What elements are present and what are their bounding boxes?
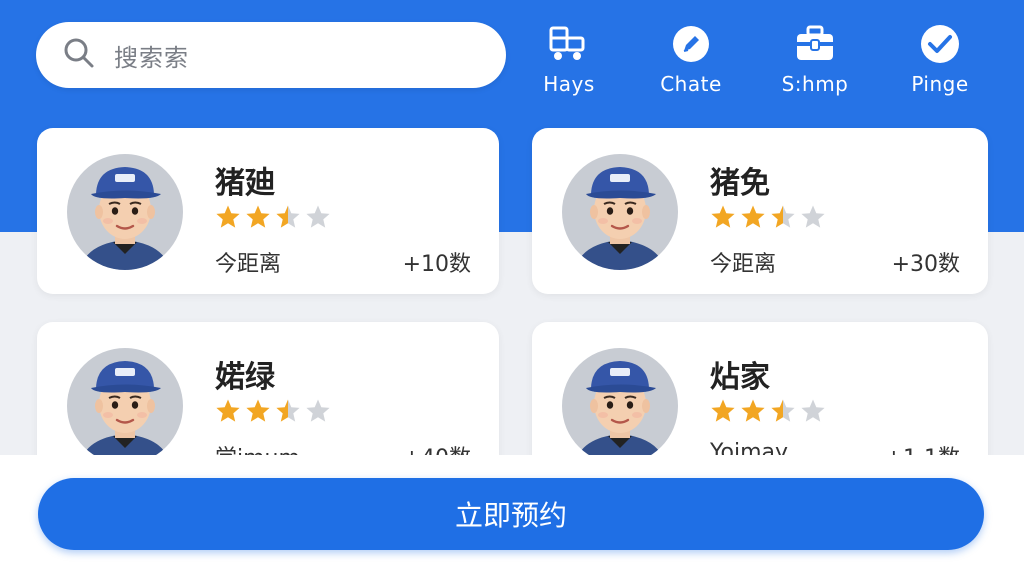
book-now-button[interactable]: 立即预约: [38, 478, 984, 550]
star-half-icon: [771, 205, 795, 228]
avatar: [65, 348, 185, 464]
avatar: [560, 154, 680, 270]
star-icon: [741, 205, 765, 228]
worker-card[interactable]: 猪免 今距离 +30数: [532, 128, 988, 294]
star-icon: [246, 205, 270, 228]
worker-name: 炶家: [710, 360, 770, 395]
quick-action-label: Pinge: [911, 72, 969, 96]
worker-name: 婼绿: [215, 360, 275, 395]
quick-action-pinge[interactable]: Pinge: [885, 22, 995, 102]
star-icon: [246, 399, 270, 422]
star-icon: [216, 205, 240, 228]
star-rating: [710, 204, 826, 230]
star-empty-icon: [801, 399, 825, 422]
avatar: [560, 348, 680, 464]
star-rating: [215, 204, 331, 230]
worker-name: 猪廸: [215, 166, 275, 201]
star-half-icon: [276, 205, 300, 228]
star-icon: [711, 205, 735, 228]
search-bar[interactable]: 搜索索: [36, 22, 506, 88]
star-rating: [215, 398, 331, 424]
star-empty-icon: [801, 205, 825, 228]
quick-action-chate[interactable]: Chate: [636, 22, 746, 102]
star-empty-icon: [306, 205, 330, 228]
star-half-icon: [771, 399, 795, 422]
avatar: [65, 154, 185, 270]
quick-action-shmp[interactable]: S:hmp: [760, 22, 870, 102]
toolbox-icon: [793, 22, 837, 66]
order-count: +10数: [402, 252, 471, 277]
check-circle-icon: [918, 22, 962, 66]
star-rating: [710, 398, 826, 424]
quick-action-label: S:hmp: [781, 72, 849, 96]
edit-icon: [669, 22, 713, 66]
quick-action-label: Hays: [543, 72, 595, 96]
quick-action-label: Chate: [660, 72, 722, 96]
quick-action-hays[interactable]: Hays: [514, 22, 624, 102]
star-half-icon: [276, 399, 300, 422]
distance-label: 今距离: [215, 252, 282, 277]
search-placeholder: 搜索索: [114, 43, 189, 72]
star-empty-icon: [306, 399, 330, 422]
distance-label: 今距离: [710, 252, 777, 277]
star-icon: [741, 399, 765, 422]
search-icon: [62, 36, 96, 74]
worker-card[interactable]: 猪廸 今距离 +10数: [37, 128, 499, 294]
truck-icon: [547, 22, 591, 66]
worker-name: 猪免: [710, 166, 770, 201]
star-icon: [711, 399, 735, 422]
star-icon: [216, 399, 240, 422]
order-count: +30数: [891, 252, 960, 277]
